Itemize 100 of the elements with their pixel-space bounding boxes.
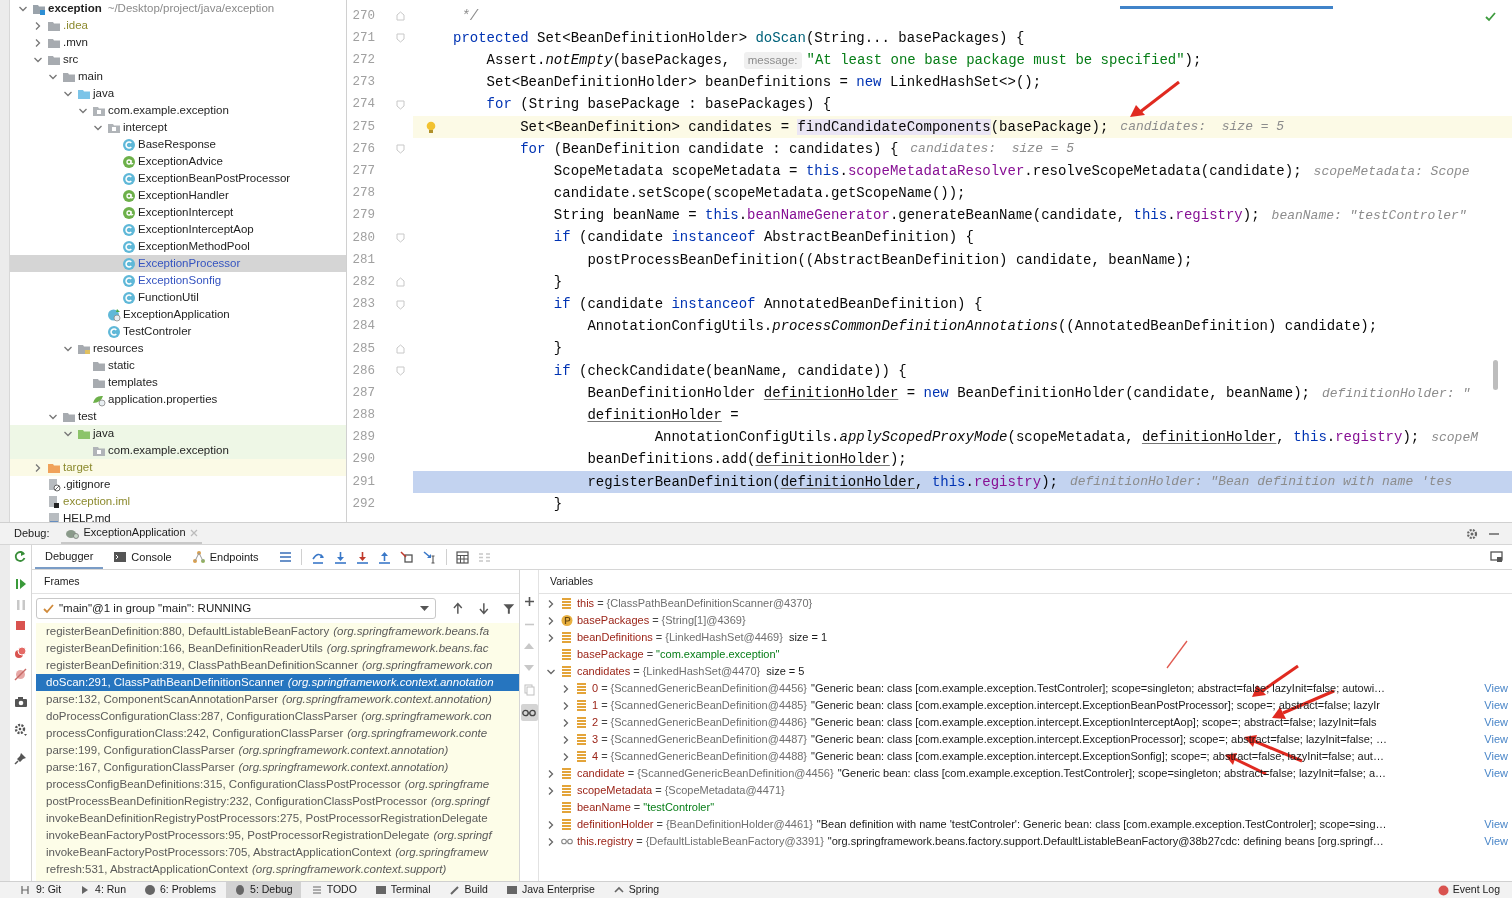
tree-item[interactable]: resources	[10, 340, 346, 357]
tree-item[interactable]: intercept	[10, 119, 346, 136]
add-icon[interactable]	[523, 596, 535, 607]
tool-window-button[interactable]: 9: Git	[12, 882, 70, 898]
thread-dropdown[interactable]: "main"@1 in group "main": RUNNING	[36, 598, 436, 619]
tree-item[interactable]: test	[10, 408, 346, 425]
tree-item[interactable]: ExceptionInterceptAop	[10, 221, 346, 238]
stack-frame[interactable]: refresh:531, AbstractApplicationContext (org.springframework.context.support)	[36, 861, 519, 878]
tab[interactable]: Console	[103, 545, 182, 569]
tree-item[interactable]: com.example.exception	[10, 442, 346, 459]
tree-item[interactable]: static	[10, 357, 346, 374]
chevron-right-icon[interactable]	[561, 751, 571, 762]
breakpoints-icon[interactable]	[14, 646, 27, 659]
drop-frame-icon[interactable]	[399, 550, 414, 564]
resume-icon[interactable]	[14, 578, 27, 590]
tree-item[interactable]: ExceptionAdvice	[10, 153, 346, 170]
stack-frame[interactable]: postProcessBeanDefinitionRegistry:232, ConfigurationClassPostProcessor (org.springf	[36, 793, 519, 810]
run-to-cursor-icon[interactable]	[422, 550, 437, 564]
tree-item[interactable]: main	[10, 68, 346, 85]
tree-item[interactable]: ExceptionMethodPool	[10, 238, 346, 255]
chevron-right-icon[interactable]	[546, 632, 556, 643]
force-step-into-icon[interactable]	[355, 550, 369, 564]
tool-window-button[interactable]: 6: Problems	[136, 882, 225, 898]
tree-item[interactable]: java	[10, 425, 346, 442]
view-link[interactable]: View	[1484, 765, 1508, 782]
tree-item[interactable]: ExceptionBeanPostProcessor	[10, 170, 346, 187]
stack-frame[interactable]: registerBeanDefinition:880, DefaultListableBeanFactory (org.springframework.beans.fa	[36, 623, 519, 640]
chevron-right-icon[interactable]	[561, 683, 571, 694]
variable-value[interactable]: definitionHolder = {BeanDefinitionHolder@4461} "Bean definition with name 'testControler': Generic bean: class [com.example.exception.TestControler]; scope=sing…	[577, 816, 1481, 833]
variable-value[interactable]: this = {ClassPathBeanDefinitionScanner@4370}	[577, 595, 1512, 612]
scrollbar-thumb[interactable]	[1493, 360, 1498, 390]
tree-item[interactable]: templates	[10, 374, 346, 391]
variable-value[interactable]: basePackages = {String[1]@4369}	[577, 612, 1512, 629]
chevron-right-icon[interactable]	[546, 768, 556, 779]
chevron-right-icon[interactable]	[546, 819, 556, 830]
tree-item[interactable]: exception ~/Desktop/project/java/exception	[10, 0, 346, 17]
view-link[interactable]: View	[1484, 816, 1508, 833]
variable-value[interactable]: beanDefinitions = {LinkedHashSet@4469} size = 1	[577, 629, 1512, 646]
tree-item[interactable]: .gitignore	[10, 476, 346, 493]
layout-settings-icon[interactable]	[1490, 551, 1503, 563]
tree-item[interactable]: FunctionUtil	[10, 289, 346, 306]
calculator-icon[interactable]	[455, 550, 469, 564]
view-link[interactable]: View	[1484, 714, 1508, 731]
session-tab[interactable]: ExceptionApplication	[61, 523, 202, 544]
chevron-right-icon[interactable]	[561, 717, 571, 728]
stop-icon[interactable]	[15, 620, 26, 631]
step-out-icon[interactable]	[377, 550, 391, 564]
tree-item[interactable]: .idea	[10, 17, 346, 34]
arrow-down-icon[interactable]	[477, 602, 490, 615]
variable-value[interactable]: beanName = "testControler"	[577, 799, 1512, 816]
pin-icon[interactable]	[14, 752, 27, 765]
tree-item[interactable]: TestControler	[10, 323, 346, 340]
tool-window-button[interactable]: 5: Debug	[226, 882, 301, 898]
tab[interactable]: Endpoints	[181, 545, 269, 569]
chevron-right-icon[interactable]	[33, 37, 43, 48]
variable-value[interactable]: scopeMetadata = {ScopeMetadata@4471}	[577, 782, 1512, 799]
stack-frame[interactable]: invokeBeanFactoryPostProcessors:705, AbstractApplicationContext (org.springframew	[36, 844, 519, 861]
view-link[interactable]: View	[1484, 833, 1508, 850]
stack-frame[interactable]: registerBeanDefinition:166, BeanDefinitionReaderUtils (org.springframework.beans.fac	[36, 640, 519, 657]
stack-frame[interactable]: registerBeanDefinition:319, ClassPathBeanDefinitionScanner (org.springframework.con	[36, 657, 519, 674]
tree-item[interactable]: HELP.md	[10, 510, 346, 522]
tab[interactable]: Debugger	[35, 545, 104, 569]
tree-item[interactable]: ExceptionIntercept	[10, 204, 346, 221]
view-link[interactable]: View	[1484, 748, 1508, 765]
tree-item[interactable]: .mvn	[10, 34, 346, 51]
chevron-right-icon[interactable]	[561, 700, 571, 711]
event-log-button[interactable]: Event Log	[1437, 882, 1500, 898]
filter-icon[interactable]	[503, 602, 515, 615]
variable-value[interactable]: candidates = {LinkedHashSet@4470} size = 5	[577, 663, 1512, 680]
tree-item[interactable]: com.example.exception	[10, 102, 346, 119]
camera-icon[interactable]	[13, 696, 28, 708]
chevron-right-icon[interactable]	[546, 598, 556, 609]
stack-frame[interactable]: doScan:291, ClassPathBeanDefinitionScanner (org.springframework.context.annotation	[36, 674, 519, 691]
view-link[interactable]: View	[1484, 697, 1508, 714]
rerun-icon[interactable]	[14, 550, 27, 563]
view-link[interactable]: View	[1484, 731, 1508, 748]
tree-item[interactable]: ExceptionApplication	[10, 306, 346, 323]
tree-item[interactable]: ExceptionProcessor	[10, 255, 346, 272]
tree-item[interactable]: BaseResponse	[10, 136, 346, 153]
stack-frame[interactable]: invokeBeanFactoryPostProcessors:95, PostProcessorRegistrationDelegate (org.springf	[36, 827, 519, 844]
chevron-right-icon[interactable]	[546, 785, 556, 796]
stack-frame[interactable]: parse:167, ConfigurationClassParser (org.springframework.context.annotation)	[36, 759, 519, 776]
tree-item[interactable]: target	[10, 459, 346, 476]
variable-value[interactable]: basePackage = "com.example.exception"	[577, 646, 1512, 663]
chevron-right-icon[interactable]	[546, 615, 556, 626]
arrow-up-icon[interactable]	[451, 602, 464, 615]
stack-frame[interactable]: invokeBeanDefinitionRegistryPostProcessors:275, PostProcessorRegistrationDelegate	[36, 810, 519, 827]
chevron-right-icon[interactable]	[561, 734, 571, 745]
stack-frame[interactable]: processConfigurationClass:242, ConfigurationClassParser (org.springframework.conte	[36, 725, 519, 742]
tree-item[interactable]: application.properties	[10, 391, 346, 408]
watches-toggle[interactable]	[520, 704, 538, 721]
variable-value[interactable]: 2 = {ScannedGenericBeanDefinition@4486} "Generic bean: class [com.example.exception.intercept.ExceptionInterceptAop]; scope=; abstract=false; lazyInit=fals	[592, 714, 1481, 731]
tool-window-button[interactable]: Build	[440, 882, 496, 898]
stack-frame[interactable]: processConfigBeanDefinitions:315, ConfigurationClassPostProcessor (org.springframe	[36, 776, 519, 793]
settings-icon[interactable]	[13, 723, 28, 737]
chevron-right-icon[interactable]	[546, 836, 556, 847]
variable-value[interactable]: candidate = {ScannedGenericBeanDefinition@4456} "Generic bean: class [com.example.exception.TestControler]; scope=singleton; abstract=false; lazyInit=false; a…	[577, 765, 1481, 782]
tool-window-button[interactable]: Java Enterprise	[497, 882, 603, 898]
tool-window-button[interactable]: 4: Run	[71, 882, 135, 898]
tree-item[interactable]: java	[10, 85, 346, 102]
